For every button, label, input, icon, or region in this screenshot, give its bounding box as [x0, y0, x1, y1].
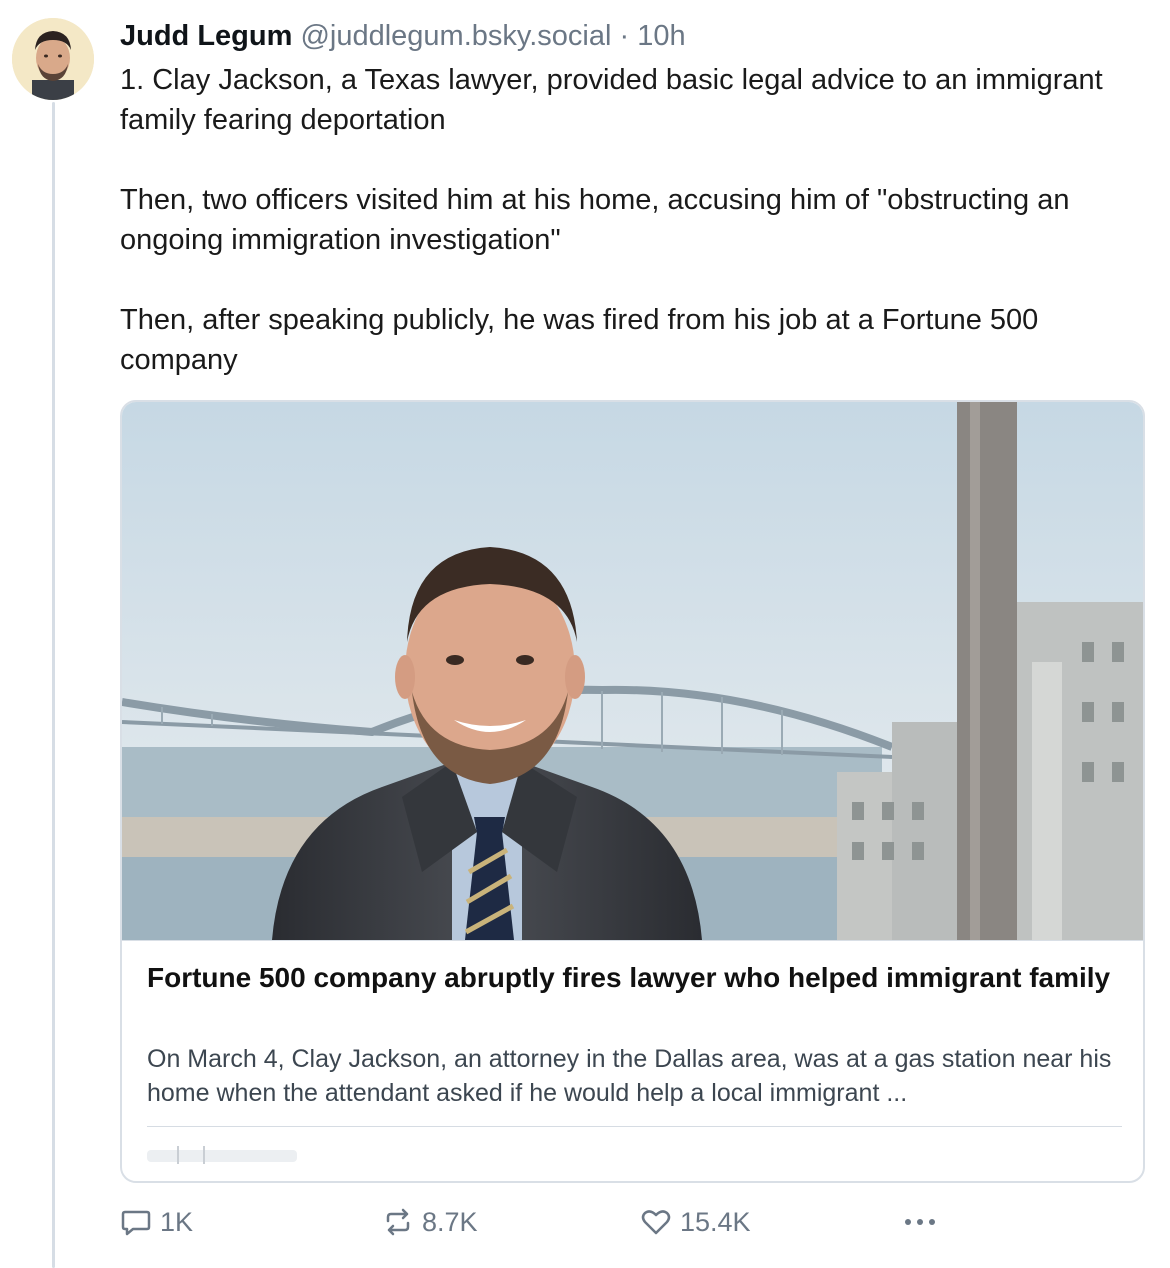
thread-line [52, 102, 55, 1268]
avatar[interactable] [12, 18, 94, 100]
post-paragraph: Then, two officers visited him at his ho… [120, 184, 1070, 256]
post-paragraph: 1. Clay Jackson, a Texas lawyer, provide… [120, 64, 1103, 136]
post-paragraph: Then, after speaking publicly, he was fi… [120, 304, 1039, 376]
author-handle[interactable]: @juddlegum.bsky.social [300, 20, 611, 52]
like-count: 15.4K [680, 1206, 751, 1237]
more-options-button[interactable] [900, 1200, 948, 1244]
blurred-domain [147, 1150, 297, 1162]
header-separator: · [619, 20, 630, 52]
domain-glyph [203, 1146, 205, 1164]
portrait-photo [122, 402, 1143, 940]
link-card-description: On March 4, Clay Jackson, an attorney in… [147, 1045, 1112, 1107]
link-card-title[interactable]: Fortune 500 company abruptly fires lawye… [147, 957, 1122, 998]
avatar-photo [12, 18, 94, 100]
speech-bubble-icon [121, 1210, 151, 1236]
like-button[interactable]: 15.4K [640, 1200, 751, 1244]
repost-button[interactable]: 8.7K [382, 1200, 478, 1244]
post-time[interactable]: 10h [637, 20, 685, 52]
link-card[interactable]: Fortune 500 company abruptly fires lawye… [120, 400, 1145, 1183]
link-card-image [122, 402, 1143, 941]
post-actions: 1K 8.7K 15.4K [120, 1200, 1150, 1244]
domain-glyph [177, 1146, 179, 1164]
reply-count: 1K [160, 1206, 194, 1237]
heart-icon [641, 1210, 671, 1235]
more-dots-icon [905, 1219, 935, 1225]
post-text: 1. Clay Jackson, a Texas lawyer, provide… [120, 60, 1150, 380]
reply-button[interactable]: 1K [120, 1200, 193, 1244]
repost-count: 8.7K [422, 1206, 478, 1237]
repost-arrows-icon [386, 1208, 410, 1236]
author-name[interactable]: Judd Legum [120, 20, 292, 52]
post-header: Judd Legum @juddlegum.bsky.social · 10h [120, 18, 1150, 54]
post: Judd Legum @juddlegum.bsky.social · 10h … [120, 18, 1150, 380]
link-card-divider [147, 1126, 1122, 1127]
link-card-domain [147, 1140, 307, 1170]
